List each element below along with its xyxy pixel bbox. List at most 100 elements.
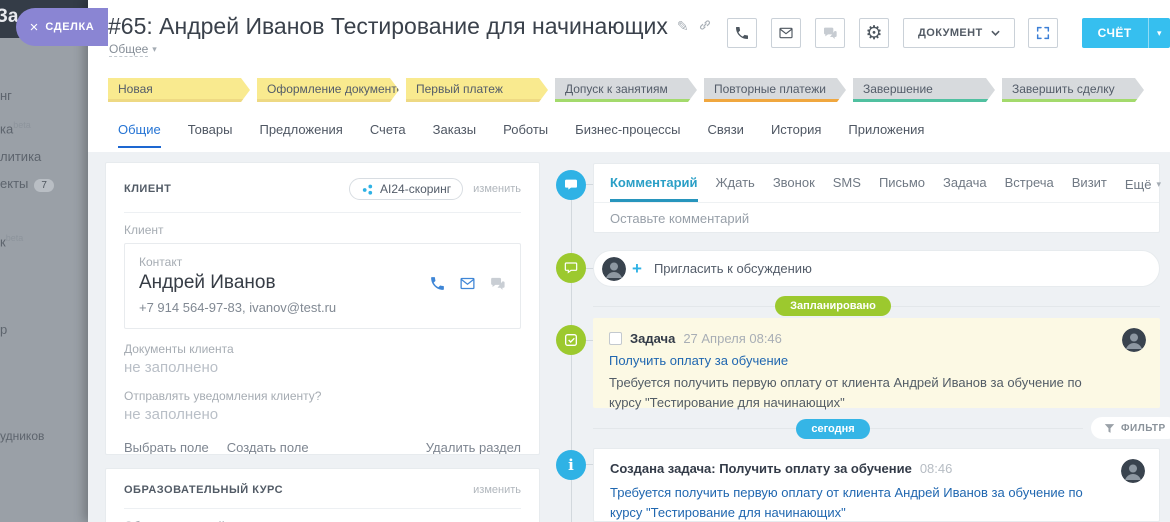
copy-link-icon[interactable] <box>698 18 712 35</box>
client-field-label: Клиент <box>124 223 521 237</box>
envelope-icon[interactable] <box>459 275 476 292</box>
category-label[interactable]: Общее <box>109 42 148 57</box>
stage-7[interactable]: Завершить сделку <box>1002 78 1144 102</box>
compose-tab-meeting[interactable]: Встреча <box>1005 175 1054 202</box>
field-label: Отправлять уведомления клиенту? <box>124 389 521 403</box>
email-button[interactable] <box>771 18 801 48</box>
tab-predlozheniya[interactable]: Предложения <box>259 122 342 148</box>
stage-2[interactable]: Оформление документов <box>257 78 399 102</box>
client-edit-link[interactable]: изменить <box>473 183 521 195</box>
chevron-down-icon: ▾ <box>1157 28 1162 39</box>
compose-tab-sms[interactable]: SMS <box>833 175 861 202</box>
tab-tovary[interactable]: Товары <box>188 122 233 148</box>
slider-close-tab[interactable]: × СДЕЛКА <box>16 8 108 46</box>
planned-badge-row: Запланировано <box>593 296 1073 316</box>
tab-prilozheniya[interactable]: Приложения <box>848 122 924 148</box>
sidebar-item-fragment: литика <box>0 149 41 164</box>
compose-tab-wait[interactable]: Ждать <box>716 175 755 202</box>
invoice-split-button[interactable]: СЧЁТ ▾ <box>1082 18 1170 48</box>
ai-scoring-button[interactable]: AI24-скоринг <box>349 178 463 200</box>
phone-icon <box>734 25 750 41</box>
sidebar-item-fragment: екты7 <box>0 176 54 192</box>
create-field-link[interactable]: Создать поле <box>227 440 309 455</box>
event-title: Создана задача: Получить оплату за обуче… <box>610 461 912 476</box>
ai-scoring-icon <box>361 183 374 196</box>
expand-icon <box>1035 25 1051 41</box>
field-value[interactable]: не заполнено <box>124 359 521 376</box>
stage-label: Новая <box>118 82 153 96</box>
planned-badge: Запланировано <box>775 296 891 316</box>
phone-icon[interactable] <box>429 275 446 292</box>
stage-4[interactable]: Допуск к занятиям <box>555 78 697 102</box>
deal-tabs: Общие Товары Предложения Счета Заказы Ро… <box>118 122 924 148</box>
compose-tab-visit[interactable]: Визит <box>1072 175 1107 202</box>
stage-6[interactable]: Завершение <box>853 78 995 102</box>
course-section-card: ОБРАЗОВАТЕЛЬНЫЙ КУРС изменить Образовате… <box>105 468 540 522</box>
course-edit-link[interactable]: изменить <box>473 484 521 496</box>
expand-fullscreen-button[interactable] <box>1028 18 1058 48</box>
event-time: 08:46 <box>920 461 953 476</box>
invite-to-discussion[interactable]: + Пригласить к обсуждению <box>593 250 1160 287</box>
compose-tab-task[interactable]: Задача <box>943 175 987 202</box>
select-field-link[interactable]: Выбрать поле <box>124 440 209 455</box>
avatar[interactable] <box>1121 459 1145 483</box>
compose-tab-letter[interactable]: Письмо <box>879 175 925 202</box>
call-button[interactable] <box>727 18 757 48</box>
chat-bubbles-icon <box>822 25 838 41</box>
tab-biznes-processy[interactable]: Бизнес-процессы <box>575 122 680 148</box>
timeline-task-card: Задача 27 Апреля 08:46 Получить оплату з… <box>593 318 1160 408</box>
tab-scheta[interactable]: Счета <box>370 122 406 148</box>
sidebar-item-fragment: р <box>0 322 7 337</box>
edit-title-icon[interactable]: ✎ <box>677 18 689 35</box>
compose-tab-more[interactable]: Ещё ▾ <box>1125 175 1161 202</box>
task-complete-checkbox[interactable] <box>609 332 622 345</box>
tab-zakazy[interactable]: Заказы <box>433 122 476 148</box>
avatar[interactable] <box>1122 328 1146 352</box>
task-type-label: Задача <box>630 331 675 346</box>
chat-button[interactable] <box>815 18 845 48</box>
field-value[interactable]: не заполнено <box>124 406 521 423</box>
stage-label: Завершение <box>863 82 933 96</box>
add-user-icon[interactable]: + <box>632 259 642 279</box>
task-stream-icon <box>556 325 586 355</box>
tab-istoriya[interactable]: История <box>771 122 821 148</box>
contact-name[interactable]: Андрей Иванов <box>139 272 276 294</box>
delete-section-link[interactable]: Удалить раздел <box>426 440 521 455</box>
chat-bubbles-icon[interactable] <box>489 275 506 292</box>
stage-5[interactable]: Повторные платежи <box>704 78 846 102</box>
info-icon: i <box>568 456 574 474</box>
contact-card: Контакт Андрей Иванов +7 914 564-97-83, … <box>124 243 521 329</box>
slider-tab-label: СДЕЛКА <box>45 21 94 33</box>
document-dropdown-button[interactable]: ДОКУМЕНТ <box>903 18 1015 48</box>
document-button-label: ДОКУМЕНТ <box>918 27 983 39</box>
deal-category-selector[interactable]: Общее ▾ <box>109 42 157 57</box>
event-description-link[interactable]: Требуется получить первую оплату от клие… <box>610 483 1143 522</box>
ai-scoring-label: AI24-скоринг <box>380 182 451 196</box>
comment-stream-icon <box>556 170 586 200</box>
counter-badge: 7 <box>34 179 54 192</box>
comment-input[interactable]: Оставьте комментарий <box>594 203 1159 234</box>
deal-slider-panel: #65: Андрей Иванов Тестирование для начи… <box>88 0 1170 522</box>
invoice-dropdown-caret[interactable]: ▾ <box>1148 18 1170 48</box>
dimmed-background-sidebar: За нг каbeta литика екты7 кbeta р уднико… <box>0 0 88 522</box>
more-label: Ещё <box>1125 177 1152 192</box>
tab-roboty[interactable]: Роботы <box>503 122 548 148</box>
task-title-link[interactable]: Получить оплату за обучение <box>609 353 1144 368</box>
beta-label: beta <box>6 233 24 243</box>
compose-tab-call[interactable]: Звонок <box>773 175 815 202</box>
gear-icon: ⚙ <box>865 24 882 43</box>
close-icon[interactable]: × <box>30 20 39 35</box>
settings-button[interactable]: ⚙ <box>859 18 889 48</box>
timeline-filter-button[interactable]: ФИЛЬТР <box>1091 417 1170 439</box>
avatar[interactable] <box>602 257 626 281</box>
task-check-icon <box>563 332 579 348</box>
stage-3[interactable]: Первый платеж <box>406 78 548 102</box>
invoice-button-label[interactable]: СЧЁТ <box>1082 18 1148 48</box>
compose-tab-comment[interactable]: Комментарий <box>610 175 698 202</box>
today-badge: сегодня <box>796 419 869 439</box>
stage-1[interactable]: Новая <box>108 78 250 102</box>
page-title: #65: Андрей Иванов Тестирование для начи… <box>108 13 668 40</box>
tab-obshchie[interactable]: Общие <box>118 122 161 148</box>
tab-svyazi[interactable]: Связи <box>708 122 744 148</box>
discussion-stream-icon <box>556 253 586 283</box>
